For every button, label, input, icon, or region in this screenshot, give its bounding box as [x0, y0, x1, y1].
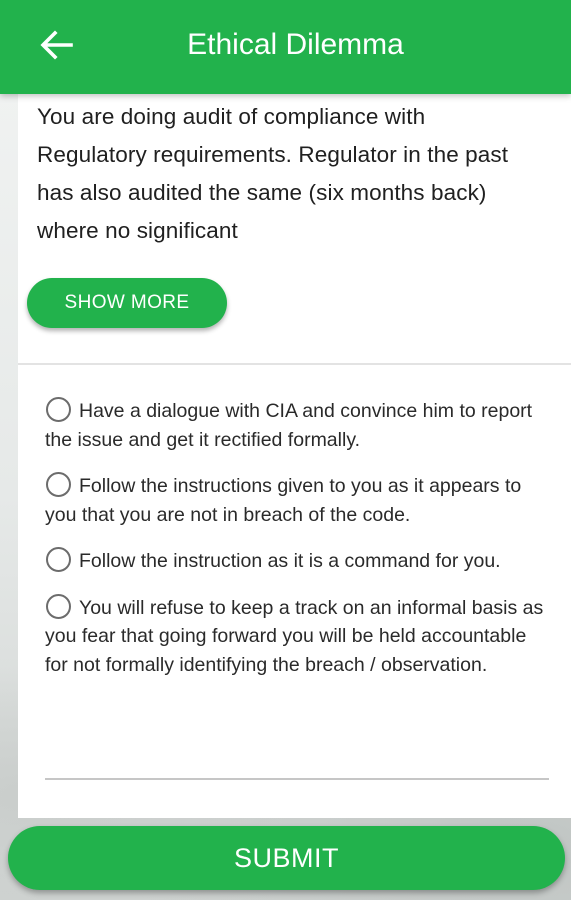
answer-options: Have a dialogue with CIA and convince hi…: [45, 397, 550, 697]
radio-button-icon[interactable]: [46, 593, 71, 619]
show-more-button[interactable]: SHOW MORE: [27, 278, 227, 328]
option-label: You will refuse to keep a track on an in…: [45, 596, 544, 676]
radio-button-icon[interactable]: [46, 547, 71, 572]
divider: [18, 363, 571, 365]
answer-option-3[interactable]: Follow the instruction as it is a comman…: [45, 547, 550, 576]
answer-option-2[interactable]: Follow the instructions given to you as …: [45, 472, 550, 529]
answer-option-4[interactable]: You will refuse to keep a track on an in…: [45, 593, 550, 680]
question-text: You are doing audit of compliance with R…: [37, 104, 509, 243]
option-label: Have a dialogue with CIA and convince hi…: [45, 400, 533, 451]
radio-button-icon[interactable]: [46, 472, 71, 497]
option-label: Follow the instruction as it is a comman…: [79, 550, 501, 572]
submit-button[interactable]: SUBMIT: [8, 826, 565, 890]
page-title: Ethical Dilemma: [187, 28, 404, 61]
radio-button-icon[interactable]: [46, 397, 71, 422]
answer-option-1[interactable]: Have a dialogue with CIA and convince hi…: [45, 397, 550, 454]
divider: [45, 778, 549, 780]
option-label: Follow the instructions given to you as …: [45, 475, 522, 526]
question-card: You are doing audit of compliance with R…: [18, 94, 571, 818]
app-bar: Ethical Dilemma: [0, 0, 571, 94]
